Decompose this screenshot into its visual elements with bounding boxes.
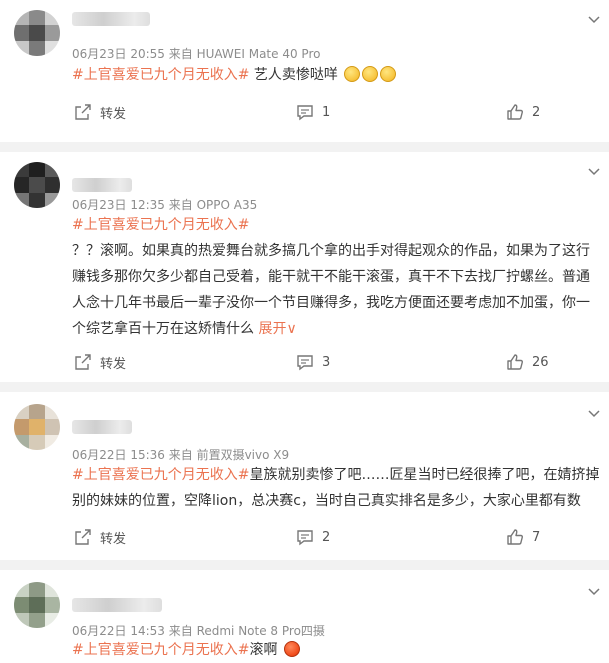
repost-icon [75, 104, 91, 120]
post-text: ？？滚啊。如果真的热爱舞台就多搞几个拿的出手对得起观众的作品，如果为了这行赚钱多… [72, 243, 590, 337]
action-bar: 转发 1 2 [0, 102, 609, 122]
hashtag-link[interactable]: #上官喜爱已九个月无收入# [72, 642, 249, 658]
like-icon [507, 529, 523, 545]
post-meta: 06月23日 12:35 来自 OPPO A35 [72, 198, 258, 212]
comment-button[interactable]: 2 [296, 527, 330, 547]
emoji-icon [283, 641, 300, 657]
comment-button[interactable]: 3 [296, 352, 330, 372]
hashtag-link[interactable]: #上官喜爱已九个月无收入# [72, 67, 249, 83]
repost-label: 转发 [100, 531, 127, 547]
post-meta: 06月22日 15:36 来自 前置双摄vivo X9 [72, 448, 290, 462]
comment-count: 2 [322, 529, 331, 545]
chevron-down-icon[interactable] [587, 406, 601, 420]
comment-card: 06月22日 15:36 来自 前置双摄vivo X9 #上官喜爱已九个月无收入… [0, 392, 609, 560]
repost-button[interactable]: 转发 [74, 352, 126, 372]
comment-card: 06月22日 14:53 来自 Redmi Note 8 Pro四摄 #上官喜爱… [0, 570, 609, 663]
like-count: 7 [532, 529, 541, 545]
like-icon [507, 354, 523, 370]
username[interactable] [72, 598, 162, 612]
post-body: #上官喜爱已九个月无收入#滚啊 [72, 637, 600, 663]
like-button[interactable]: 7 [506, 527, 540, 547]
post-body: #上官喜爱已九个月无收入# ？？滚啊。如果真的热爱舞台就多搞几个拿的出手对得起观… [72, 212, 600, 342]
repost-button[interactable]: 转发 [74, 527, 126, 547]
post-meta: 06月23日 20:55 来自 HUAWEI Mate 40 Pro [72, 47, 321, 61]
repost-label: 转发 [100, 106, 127, 122]
comment-icon [297, 355, 313, 371]
like-button[interactable]: 26 [506, 352, 549, 372]
post-text: 滚啊 [249, 642, 278, 658]
like-button[interactable]: 2 [506, 102, 540, 122]
comment-count: 3 [322, 354, 331, 370]
hashtag-link[interactable]: #上官喜爱已九个月无收入# [72, 467, 249, 483]
like-icon [507, 104, 523, 120]
hashtag-link[interactable]: #上官喜爱已九个月无收入# [72, 212, 600, 238]
repost-icon [75, 354, 91, 370]
action-bar: 转发 3 26 [0, 352, 609, 372]
username[interactable] [72, 178, 132, 192]
action-bar: 转发 2 7 [0, 527, 609, 547]
repost-icon [75, 529, 91, 545]
comment-icon [297, 530, 313, 546]
comment-card: 06月23日 20:55 来自 HUAWEI Mate 40 Pro #上官喜爱… [0, 0, 609, 142]
like-count: 26 [532, 354, 549, 370]
comment-icon [297, 105, 313, 121]
post-body: #上官喜爱已九个月无收入#皇族就别卖惨了吧……匠星当时已经很捧了吧，在婧挤掉别的… [72, 462, 600, 514]
comment-card: 06月23日 12:35 来自 OPPO A35 #上官喜爱已九个月无收入# ？… [0, 152, 609, 382]
expand-link[interactable]: 展开∨ [258, 321, 296, 337]
emoji-icon [344, 66, 361, 82]
post-body: #上官喜爱已九个月无收入# 艺人卖惨哒咩 [72, 62, 600, 88]
chevron-down-icon[interactable] [587, 164, 601, 178]
comment-feed: 06月23日 20:55 来自 HUAWEI Mate 40 Pro #上官喜爱… [0, 0, 609, 663]
post-text: 艺人卖惨哒咩 [253, 67, 338, 83]
comment-button[interactable]: 1 [296, 102, 330, 122]
chevron-down-icon[interactable] [587, 584, 601, 598]
avatar[interactable] [14, 10, 60, 56]
emoji-icon [362, 66, 379, 82]
repost-button[interactable]: 转发 [74, 102, 126, 122]
comment-count: 1 [322, 104, 331, 120]
like-count: 2 [532, 104, 541, 120]
username[interactable] [72, 12, 150, 26]
repost-label: 转发 [100, 356, 127, 372]
avatar[interactable] [14, 582, 60, 628]
username[interactable] [72, 420, 132, 434]
avatar[interactable] [14, 404, 60, 450]
emoji-icon [380, 66, 397, 82]
avatar[interactable] [14, 162, 60, 208]
chevron-down-icon[interactable] [587, 12, 601, 26]
